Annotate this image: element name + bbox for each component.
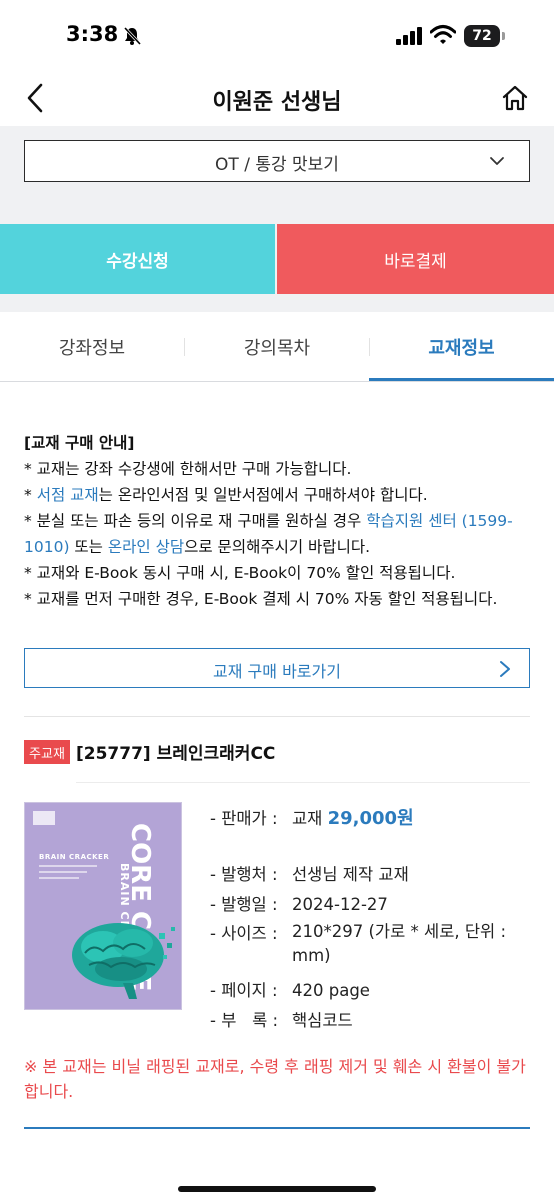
textbook-info-panel: [교재 구매 안내] * 교재는 강좌 수강생에 한해서만 구매 가능합니다. … (0, 382, 554, 1200)
notice-line: * 교재와 E-Book 동시 구매 시, E-Book이 70% 할인 적용됩… (24, 564, 456, 582)
tab-textbook-info[interactable]: 교재정보 (369, 312, 554, 382)
price-row: - 판매가 : 교재 29,000원 (210, 808, 414, 829)
purchase-notice: [교재 구매 안내] * 교재는 강좌 수강생에 한해서만 구매 가능합니다. … (24, 430, 534, 612)
active-tab-indicator (369, 378, 554, 381)
publish-date-row: - 발행일 :2024-12-27 (210, 895, 388, 914)
appendix-row: - 부 록 : 핵심코드 (210, 1011, 353, 1030)
home-indicator[interactable] (178, 1186, 376, 1192)
tab-bar: 강좌정보 강의목차 교재정보 (0, 312, 554, 382)
book-cover-image: BRAIN CRACKER CORE CODE BRAIN CRACKER (24, 802, 182, 1010)
divider (24, 1127, 530, 1129)
notice-title: [교재 구매 안내] (24, 434, 135, 452)
lecture-select-value: OT / 통강 맛보기 (215, 155, 339, 175)
bookstore-textbook-link[interactable]: 서점 교재 (37, 486, 99, 504)
notice-line: * 서점 교재는 온라인서점 및 일반서점에서 구매하셔야 합니다. (24, 486, 428, 504)
status-time: 3:38 (66, 22, 119, 46)
notice-line: * 교재는 강좌 수강생에 한해서만 구매 가능합니다. (24, 460, 352, 478)
notice-line: * 분실 또는 파손 등의 이유로 재 구매를 원하실 경우 학습지원 센터 (… (24, 512, 513, 556)
tab-curriculum[interactable]: 강의목차 (185, 312, 369, 382)
notice-line: * 교재를 먼저 구매한 경우, E-Book 결제 시 70% 자동 할인 적… (24, 590, 498, 608)
home-button[interactable] (496, 80, 534, 116)
divider (76, 782, 530, 783)
divider (24, 716, 530, 717)
refund-warning: ※ 본 교재는 비닐 래핑된 교재로, 수령 후 래핑 제거 및 훼손 시 환불… (24, 1057, 526, 1101)
book-price: 29,000원 (327, 808, 414, 829)
battery-icon: 72 (464, 25, 506, 47)
size-row: - 사이즈 :210*297 (가로 * 세로, 단위 : mm) (210, 922, 507, 965)
battery-level: 72 (464, 25, 500, 47)
cellular-signal-icon (396, 27, 424, 45)
main-textbook-badge: 주교재 (24, 740, 70, 764)
wifi-icon (429, 24, 457, 46)
status-bar: 3:38 72 (0, 0, 554, 70)
book-title: [25777] 브레인크래커CC (76, 744, 276, 764)
nav-bar: 이원준 선생님 (0, 70, 554, 126)
cover-brand: BRAIN CRACKER (39, 853, 110, 861)
chevron-down-icon (490, 157, 504, 165)
online-consult-link[interactable]: 온라인 상담 (108, 538, 184, 556)
page-title: 이원준 선생님 (212, 90, 342, 115)
buy-now-button[interactable]: 바로결제 (277, 224, 554, 294)
chevron-right-icon (500, 661, 510, 677)
tab-course-info[interactable]: 강좌정보 (0, 312, 184, 382)
pages-row: - 페이지 :420 page (210, 981, 370, 1000)
publisher-row: - 발행처 : 선생님 제작 교재 (210, 865, 409, 884)
textbook-purchase-label: 교재 구매 바로가기 (213, 662, 341, 681)
brain-illustration (72, 923, 175, 999)
enroll-button[interactable]: 수강신청 (0, 224, 275, 294)
lecture-select[interactable]: OT / 통강 맛보기 (24, 140, 530, 182)
home-icon (502, 85, 528, 111)
textbook-purchase-button[interactable]: 교재 구매 바로가기 (24, 648, 530, 688)
bell-off-icon (122, 26, 142, 46)
